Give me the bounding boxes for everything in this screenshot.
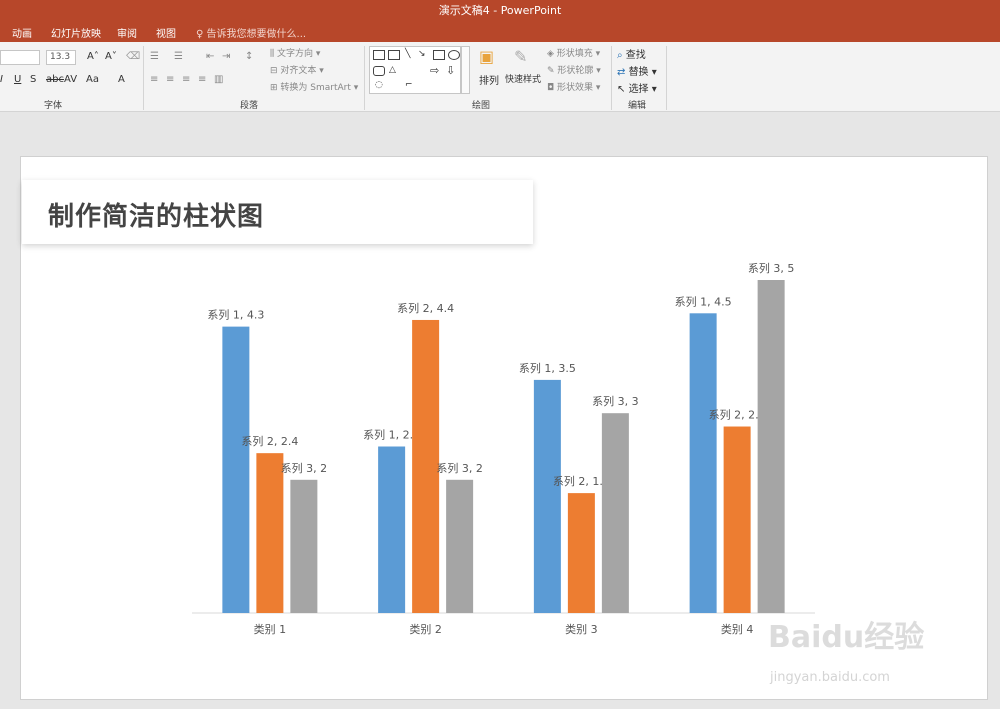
data-label: 系列 1, 4.5 bbox=[675, 294, 732, 308]
chart-plot-area: 系列 1, 4.3 系列 2, 2.4 系列 3, 2 类别 1 系列 1, 2.5 系列… bbox=[192, 261, 815, 636]
bar[interactable] bbox=[378, 446, 406, 614]
bar[interactable] bbox=[256, 453, 284, 613]
data-label: 系列 3, 2 bbox=[436, 461, 483, 475]
bar[interactable] bbox=[689, 313, 717, 613]
watermark-url: jingyan.baidu.com bbox=[770, 670, 890, 685]
bar[interactable] bbox=[567, 493, 595, 613]
data-label: 系列 3, 2 bbox=[281, 461, 328, 475]
bar[interactable] bbox=[601, 413, 629, 613]
x-tick-label: 类别 1 bbox=[254, 622, 287, 636]
watermark-brand: Baidu经验 bbox=[768, 620, 925, 655]
data-label: 系列 3, 5 bbox=[748, 261, 795, 275]
bar[interactable] bbox=[757, 280, 785, 613]
data-label: 系列 1, 2.5 bbox=[363, 428, 420, 442]
bar[interactable] bbox=[222, 326, 250, 613]
x-tick-label: 类别 4 bbox=[721, 622, 754, 636]
bar[interactable] bbox=[533, 379, 561, 613]
bar[interactable] bbox=[723, 426, 751, 613]
data-label: 系列 1, 4.3 bbox=[207, 308, 264, 322]
bar-chart[interactable]: 系列 1, 4.3 系列 2, 2.4 系列 3, 2 类别 1 系列 1, 2.5 系列… bbox=[0, 0, 1000, 709]
data-label: 系列 3, 3 bbox=[592, 394, 639, 408]
data-label: 系列 1, 3.5 bbox=[519, 361, 576, 375]
x-tick-label: 类别 2 bbox=[409, 622, 442, 636]
x-tick-label: 类别 3 bbox=[565, 622, 598, 636]
bar[interactable] bbox=[446, 479, 474, 613]
data-label: 系列 2, 2.4 bbox=[241, 434, 298, 448]
data-label: 系列 2, 1.8 bbox=[553, 474, 610, 488]
bar[interactable] bbox=[412, 319, 440, 613]
bar[interactable] bbox=[290, 479, 318, 613]
data-label: 系列 2, 4.4 bbox=[397, 301, 454, 315]
data-label: 系列 2, 2.8 bbox=[709, 408, 766, 422]
